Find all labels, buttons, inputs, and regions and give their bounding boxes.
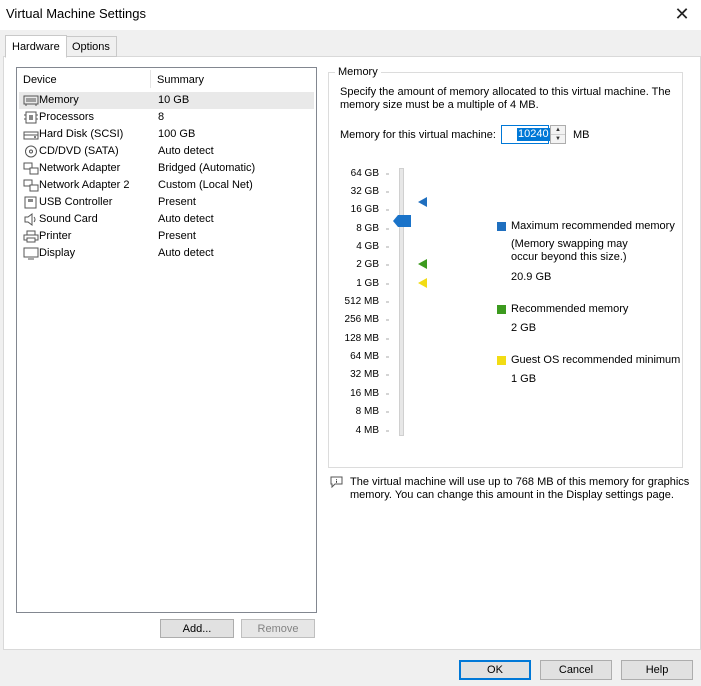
column-header-device[interactable]: Device — [23, 74, 57, 86]
scale-label: 128 MB — [344, 333, 379, 344]
scale-label: 4 GB — [356, 241, 379, 252]
memory-description-line2: memory size must be a multiple of 4 MB. — [340, 99, 539, 111]
recommended-title: Recommended memory — [511, 303, 629, 315]
printer-icon — [23, 230, 39, 243]
scale-label: 1 GB — [356, 278, 379, 289]
scale-label: 4 MB — [355, 425, 379, 436]
scale-label: 64 GB — [350, 168, 379, 179]
device-row-network-adapter[interactable]: Network Adapter Bridged (Automatic) — [19, 160, 314, 177]
ok-button[interactable]: OK — [459, 660, 531, 680]
device-row-printer[interactable]: Printer Present — [19, 228, 314, 245]
memory-spinner[interactable]: ▲ ▼ — [550, 125, 566, 144]
guest-min-value: 1 GB — [511, 373, 537, 385]
guest-min-title: Guest OS recommended minimum — [511, 354, 681, 366]
max-recommended-swatch — [497, 222, 506, 231]
device-row-usb-controller[interactable]: USB Controller Present — [19, 194, 314, 211]
column-divider[interactable] — [150, 70, 151, 88]
device-summary: Auto detect — [158, 145, 214, 157]
device-list-header: Device Summary — [17, 68, 316, 90]
info-icon — [330, 476, 343, 488]
device-name: USB Controller — [39, 196, 113, 208]
scale-label: 64 MB — [350, 351, 379, 362]
memory-group-title: Memory — [335, 66, 381, 78]
device-summary: Auto detect — [158, 213, 214, 225]
device-row-network-adapter-2[interactable]: Network Adapter 2 Custom (Local Net) — [19, 177, 314, 194]
processor-icon — [24, 111, 38, 124]
memory-unit: MB — [573, 129, 590, 141]
guest-min-marker-icon — [418, 278, 427, 288]
memory-slider-track[interactable] — [399, 168, 404, 436]
device-summary: Auto detect — [158, 247, 214, 259]
memory-input[interactable]: 10240 — [501, 125, 550, 144]
recommended-swatch — [497, 305, 506, 314]
device-name: Memory — [39, 94, 79, 106]
max-recommended-value: 20.9 GB — [511, 271, 552, 283]
device-row-hard-disk[interactable]: Hard Disk (SCSI) 100 GB — [19, 126, 314, 143]
device-name: Processors — [39, 111, 95, 123]
memory-input-value: 10240 — [517, 128, 550, 141]
usb-icon — [24, 196, 37, 209]
scale-label: 32 GB — [350, 186, 379, 197]
spin-up-icon[interactable]: ▲ — [551, 126, 565, 135]
device-row-sound-card[interactable]: Sound Card Auto detect — [19, 211, 314, 228]
device-summary: 8 — [158, 111, 165, 123]
recommended-marker-icon — [418, 259, 427, 269]
device-name: Hard Disk (SCSI) — [39, 128, 124, 140]
sound-card-icon — [24, 213, 36, 226]
scale-label: 8 MB — [355, 406, 379, 417]
add-button[interactable]: Add... — [160, 619, 234, 638]
scale-label: 2 GB — [356, 259, 379, 270]
max-recommended-note-line2: occur beyond this size.) — [511, 251, 627, 263]
device-summary: Custom (Local Net) — [158, 179, 253, 191]
device-row-memory[interactable]: Memory 10 GB — [19, 92, 314, 109]
network-adapter-icon — [23, 162, 39, 175]
memory-icon — [23, 95, 39, 106]
device-name: Printer — [39, 230, 72, 242]
device-summary: Bridged (Automatic) — [158, 162, 256, 174]
max-recommended-title: Maximum recommended memory — [511, 220, 675, 232]
memory-field-label: Memory for this virtual machine: — [340, 129, 496, 141]
info-text-line1: The virtual machine will use up to 768 M… — [350, 476, 690, 488]
device-name: CD/DVD (SATA) — [39, 145, 119, 157]
scale-ticks — [386, 173, 389, 432]
scale-label: 8 GB — [356, 223, 379, 234]
help-button[interactable]: Help — [621, 660, 693, 680]
device-summary: Present — [158, 230, 196, 242]
device-name: Network Adapter — [39, 162, 121, 174]
window-title: Virtual Machine Settings — [6, 6, 146, 21]
memory-description-line1: Specify the amount of memory allocated t… — [340, 86, 671, 98]
device-name: Network Adapter 2 — [39, 179, 130, 191]
tab-options[interactable]: Options — [65, 36, 117, 57]
scale-label: 32 MB — [350, 369, 379, 380]
recommended-value: 2 GB — [511, 322, 537, 334]
max-recommended-note-line1: (Memory swapping may — [511, 238, 628, 250]
scale-label: 16 GB — [350, 204, 379, 215]
device-name: Display — [39, 247, 76, 259]
guest-min-swatch — [497, 356, 506, 365]
info-text-line2: memory. You can change this amount in th… — [350, 489, 674, 501]
device-name: Sound Card — [39, 213, 98, 225]
device-row-cd-dvd[interactable]: CD/DVD (SATA) Auto detect — [19, 143, 314, 160]
close-icon[interactable]: ✕ — [667, 0, 697, 28]
device-summary: 100 GB — [158, 128, 196, 140]
column-header-summary[interactable]: Summary — [157, 74, 204, 86]
max-recommended-marker-icon — [418, 197, 427, 207]
device-summary: Present — [158, 196, 196, 208]
spin-down-icon[interactable]: ▼ — [551, 135, 565, 143]
display-icon — [23, 247, 39, 260]
scale-label: 256 MB — [344, 314, 379, 325]
scale-label: 16 MB — [350, 388, 379, 399]
device-list[interactable]: Device Summary Memory 10 GB Processors 8… — [16, 67, 317, 613]
device-row-processors[interactable]: Processors 8 — [19, 109, 314, 126]
network-adapter-icon — [23, 179, 39, 192]
memory-slider-thumb[interactable] — [393, 215, 411, 227]
hard-disk-icon — [23, 131, 39, 140]
device-summary: 10 GB — [158, 94, 190, 106]
scale-label: 512 MB — [344, 296, 379, 307]
cancel-button[interactable]: Cancel — [540, 660, 612, 680]
cd-dvd-icon — [25, 145, 37, 158]
device-row-display[interactable]: Display Auto detect — [19, 245, 314, 262]
remove-button[interactable]: Remove — [241, 619, 315, 638]
tab-hardware[interactable]: Hardware — [5, 35, 67, 58]
